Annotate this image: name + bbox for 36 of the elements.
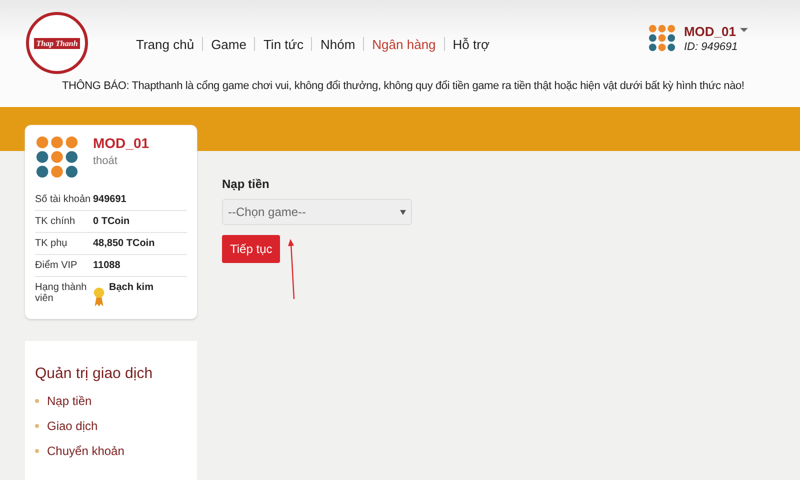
nav-link[interactable]: Trang chủ (128, 36, 202, 52)
avatar-icon (35, 135, 79, 179)
info-label: Hạng thành viên (35, 282, 88, 304)
logo-badge[interactable]: Thap Thanh (26, 12, 88, 74)
bullet-icon (35, 424, 39, 428)
avatar-icon (648, 24, 676, 52)
info-value: 11088 (93, 260, 120, 271)
menu-link[interactable]: Chuyển khoản (47, 444, 124, 458)
info-value: 48,850 TCoin (93, 238, 155, 249)
menu-link[interactable]: Nạp tiền (47, 394, 92, 408)
profile-name: MOD_01 (93, 135, 150, 151)
continue-button[interactable]: Tiếp tục (222, 235, 280, 263)
info-label: Điểm VIP (35, 260, 78, 271)
info-value: 949691 (93, 194, 126, 205)
nav-link[interactable]: Tin tức (255, 36, 312, 52)
nav-link[interactable]: Hỗ trợ (444, 36, 498, 52)
info-value: 0 TCoin (93, 216, 130, 227)
section-title: Quản trị giao dịch (35, 365, 154, 382)
bullet-icon (35, 449, 39, 453)
medal-icon (93, 286, 105, 308)
user-id: ID: 949691 (684, 41, 739, 53)
info-label: TK phụ (35, 238, 68, 249)
info-label: TK chính (35, 216, 76, 227)
nav-link[interactable]: Game (203, 36, 254, 52)
notice-label: THÔNG BÁO (62, 80, 126, 92)
nav-link[interactable]: Ngân hàng (364, 36, 444, 52)
notice-text: : Thapthanh là cổng game chơi vui, không đổi thưởng, không quy đổi tiền game ra tiền thật hoặc hiện vật dưới bất kỳ hình thức nào! (126, 80, 744, 92)
logout-link[interactable]: thoát (93, 155, 118, 167)
form-title: Nạp tiền (222, 177, 270, 191)
info-value: Bạch kim (109, 282, 154, 295)
game-select[interactable]: --Chọn game-- (222, 199, 412, 225)
username-link[interactable]: MOD_01 (684, 24, 736, 39)
info-label: Số tài khoản (35, 194, 92, 205)
bullet-icon (35, 399, 39, 403)
nav-link[interactable]: Nhóm (312, 36, 364, 52)
menu-link[interactable]: Giao dịch (47, 419, 98, 433)
